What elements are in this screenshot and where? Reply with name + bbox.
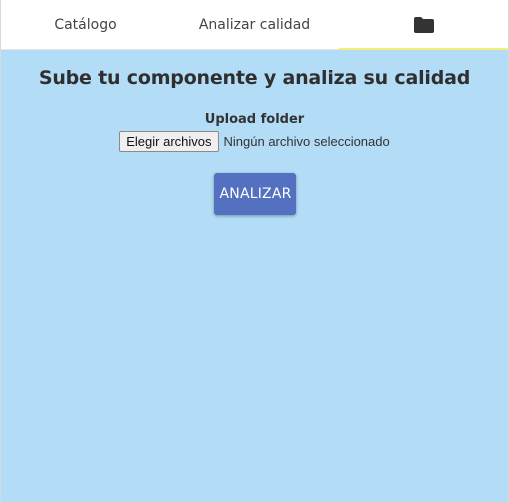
file-input: Elegir archivos Ningún archivo seleccion… [1, 131, 508, 152]
upload-folder-label: Upload folder [204, 112, 305, 127]
tab-catalogo[interactable]: Catálogo [1, 0, 170, 49]
analyze-button[interactable]: ANALIZAR [213, 173, 296, 215]
tab-bar: Catálogo Analizar calidad [1, 0, 508, 50]
tab-analizar-calidad[interactable]: Analizar calidad [170, 0, 339, 49]
tab-folder[interactable] [339, 0, 508, 50]
main-content: Sube tu componente y analiza su calidad … [1, 50, 508, 502]
tab-label: Analizar calidad [198, 16, 311, 33]
folder-icon [413, 16, 434, 33]
app-window: Catálogo Analizar calidad Sube tu compon… [0, 0, 509, 502]
file-status-text: Ningún archivo seleccionado [223, 134, 390, 149]
tab-label: Catálogo [54, 16, 117, 33]
choose-files-button[interactable]: Elegir archivos [119, 131, 219, 152]
page-title: Sube tu componente y analiza su calidad [38, 67, 471, 89]
